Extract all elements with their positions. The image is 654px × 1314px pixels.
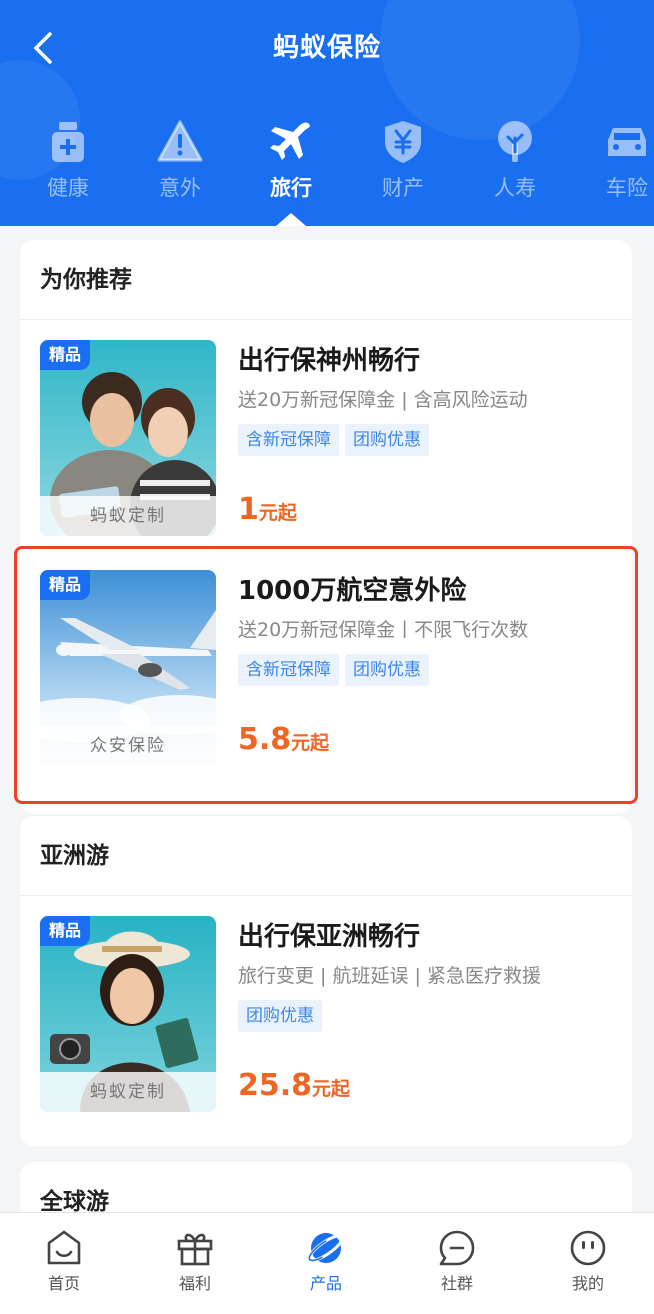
product-name: 出行保亚洲畅行 (238, 922, 421, 952)
product-description: 旅行变更 | 航班延误 | 紧急医疗救援 (238, 965, 541, 987)
tab-label: 财产 (382, 176, 424, 200)
category-tabs: 健康 意外 旅行 财产 人寿 车险 (0, 118, 654, 226)
price-unit: 元起 (312, 1078, 351, 1100)
product-tags: 团购优惠 (238, 1000, 328, 1032)
premium-badge: 精品 (40, 340, 91, 370)
tab-label: 产品 (309, 1274, 342, 1293)
tab-community[interactable]: 社群 (407, 1227, 507, 1297)
home-smile-icon (47, 1230, 81, 1265)
tab-label: 意外 (159, 176, 201, 200)
tab-travel[interactable]: 旅行 (246, 118, 336, 202)
product-price: 1元起 (238, 490, 297, 534)
tag-chip: 团购优惠 (345, 424, 429, 456)
tree-icon (498, 121, 532, 162)
premium-badge: 精品 (40, 916, 91, 946)
tab-mine[interactable]: 我的 (538, 1227, 638, 1297)
product-card[interactable]: 精品 蚂蚁定制 出行保亚洲畅行 旅行变更 | 航班延误 | 紧急医疗救援 团购优… (20, 896, 632, 1112)
tab-label: 人寿 (494, 176, 536, 200)
product-image: 精品 蚂蚁定制 (40, 916, 216, 1112)
bottom-tab-bar: 首页 福利 产品 社群 我的 (0, 1212, 654, 1314)
tab-products[interactable]: 产品 (276, 1227, 376, 1297)
tab-label: 健康 (47, 176, 89, 200)
gift-icon (177, 1233, 213, 1266)
active-tab-indicator (276, 213, 306, 226)
price-value: 25.8 (238, 1068, 313, 1103)
tab-label: 福利 (178, 1274, 211, 1293)
product-description: 送20万新冠保障金 | 含高风险运动 (238, 389, 528, 411)
section-title: 亚洲游 (20, 816, 632, 896)
tab-home[interactable]: 首页 (14, 1227, 114, 1297)
page-title: 蚂蚁保险 (272, 33, 381, 63)
product-tags: 含新冠保障 团购优惠 (238, 424, 435, 456)
chat-bubble-icon (439, 1230, 475, 1266)
tab-label: 旅行 (270, 176, 312, 200)
section-asia-travel: 亚洲游 精品 蚂蚁定制 出行保亚洲畅行 旅行变更 | 航班延误 | 紧急医疗救援… (20, 816, 632, 1146)
highlight-box (14, 546, 638, 804)
tab-label: 车险 (606, 176, 648, 200)
product-image: 精品 蚂蚁定制 (40, 340, 216, 536)
tab-health[interactable]: 健康 (23, 118, 113, 202)
tag-chip: 含新冠保障 (238, 424, 339, 456)
brand-label: 蚂蚁定制 (40, 1072, 216, 1112)
tab-label: 我的 (571, 1274, 604, 1293)
tab-car[interactable]: 车险 (582, 118, 654, 202)
tab-accident[interactable]: 意外 (135, 118, 225, 202)
warning-icon (157, 120, 203, 162)
tab-benefits[interactable]: 福利 (145, 1227, 245, 1297)
tab-label: 社群 (440, 1274, 473, 1293)
face-icon (570, 1230, 606, 1266)
car-icon (608, 128, 646, 156)
tag-chip: 团购优惠 (238, 1000, 322, 1032)
tab-life[interactable]: 人寿 (470, 118, 560, 202)
price-value: 1 (238, 492, 259, 527)
product-card[interactable]: 精品 蚂蚁定制 出行保神州畅行 送20万新冠保障金 | 含高风险运动 含新冠保障… (20, 320, 632, 536)
medicine-bottle-icon (52, 122, 84, 162)
airplane-icon (270, 122, 310, 160)
price-unit: 元起 (258, 502, 297, 524)
brand-label: 蚂蚁定制 (40, 496, 216, 536)
planet-icon (307, 1233, 345, 1263)
section-title: 为你推荐 (20, 240, 632, 320)
shield-yen-icon (385, 121, 421, 163)
product-name: 出行保神州畅行 (238, 346, 421, 376)
header-bar: 蚂蚁保险 健康 意外 旅行 财产 人寿 车险 (0, 0, 654, 226)
tab-label: 首页 (47, 1274, 80, 1293)
product-price: 25.8元起 (238, 1066, 350, 1110)
tab-property[interactable]: 财产 (358, 118, 448, 202)
